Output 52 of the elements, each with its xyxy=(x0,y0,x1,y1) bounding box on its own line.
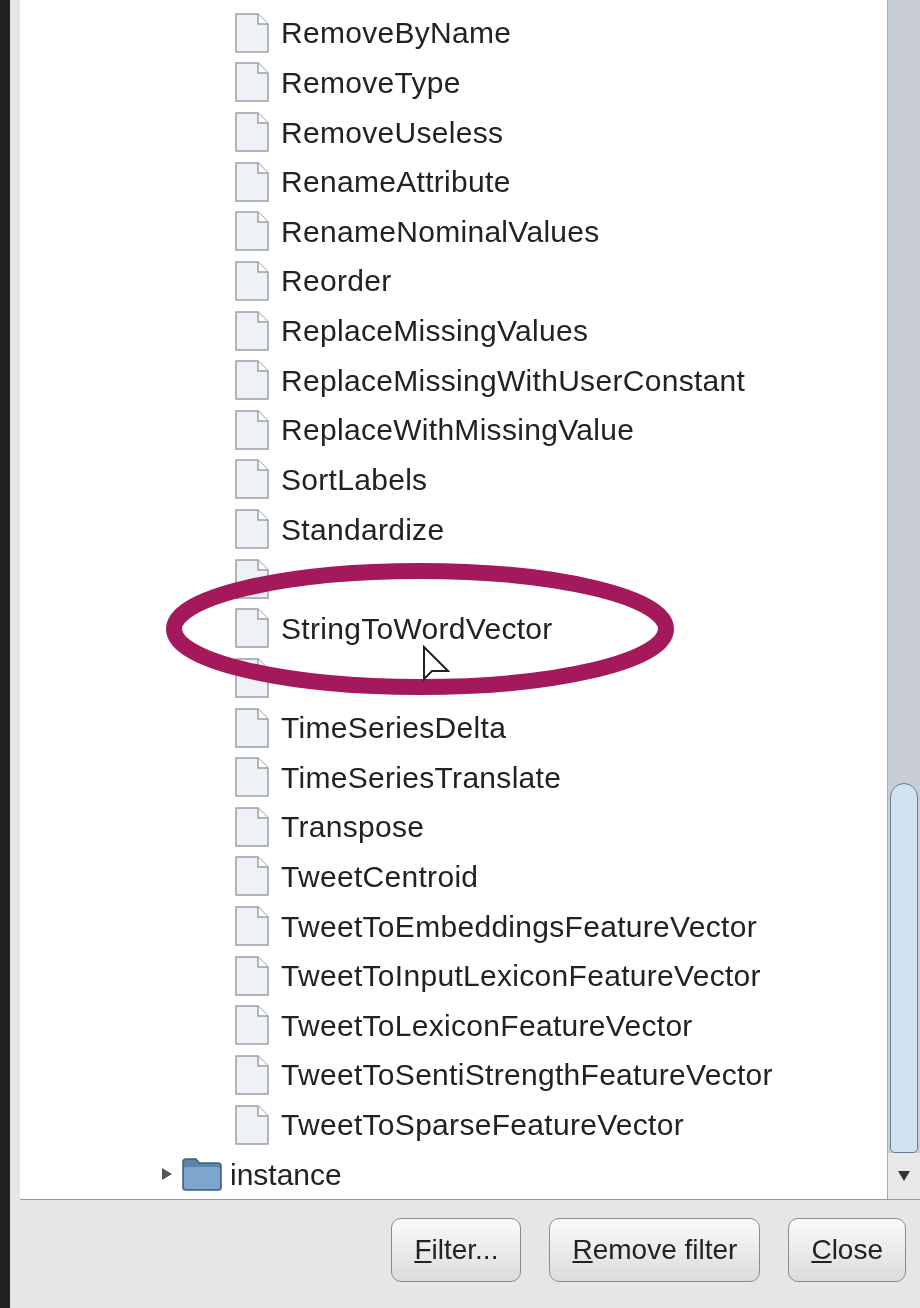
expand-icon[interactable] xyxy=(160,1167,174,1182)
scroll-down-button[interactable] xyxy=(888,1153,920,1199)
down-arrow-icon xyxy=(898,1171,910,1181)
file-icon xyxy=(235,856,269,897)
tree-item[interactable]: TweetToSparseFeatureVector xyxy=(281,1102,684,1148)
dialog-button[interactable]: Close xyxy=(788,1218,906,1282)
file-icon xyxy=(235,260,269,301)
file-icon xyxy=(235,12,269,53)
file-icon xyxy=(235,161,269,202)
scrollbar-thumb[interactable] xyxy=(890,783,918,1153)
file-icon xyxy=(235,409,269,450)
tree-item[interactable]: TweetToEmbeddingsFeatureVector xyxy=(281,903,757,949)
file-icon xyxy=(235,310,269,351)
tree-item[interactable]: StringToWordVector xyxy=(281,605,553,651)
tree-item[interactable]: TimeSeriesTranslate xyxy=(281,754,562,800)
file-icon xyxy=(235,509,269,550)
tree-item[interactable]: TimeSeriesDelta xyxy=(281,705,507,751)
tree-item[interactable]: RemoveUseless xyxy=(281,109,504,155)
tree-item[interactable]: RemoveType xyxy=(281,59,461,105)
tree-item[interactable]: Transpose xyxy=(281,804,425,850)
tree-item[interactable]: RenameNominalValues xyxy=(281,208,600,254)
tree-item[interactable]: ReplaceWithMissingValue xyxy=(281,407,635,453)
file-icon xyxy=(235,757,269,798)
file-icon xyxy=(235,211,269,252)
dialog-button[interactable]: Filter... xyxy=(391,1218,522,1282)
file-icon xyxy=(235,1054,269,1095)
file-icon xyxy=(235,1104,269,1145)
tree-item[interactable]: Reorder xyxy=(281,258,392,304)
file-icon xyxy=(235,360,269,401)
dialog-button[interactable]: Remove filter xyxy=(549,1218,761,1282)
file-icon xyxy=(235,906,269,947)
tree-item[interactable]: TweetToInputLexiconFeatureVector xyxy=(281,953,761,999)
tree-item[interactable]: RemoveByName xyxy=(281,10,512,56)
tree-item[interactable]: RenameAttribute xyxy=(281,159,511,205)
scrollbar[interactable] xyxy=(887,0,920,1199)
tree-item[interactable]: Standardize xyxy=(281,506,445,552)
tree-item[interactable]: TweetToSentiStrengthFeatureVector xyxy=(281,1052,773,1098)
tree-item[interactable]: ReplaceMissingValues xyxy=(281,308,589,354)
file-icon xyxy=(235,112,269,153)
file-icon xyxy=(235,707,269,748)
tree-folder[interactable]: instance xyxy=(230,1151,342,1197)
file-icon xyxy=(235,806,269,847)
tree-item[interactable]: SortLabels xyxy=(281,456,428,502)
file-icon xyxy=(235,459,269,500)
tree-item[interactable]: TweetToLexiconFeatureVector xyxy=(281,1002,693,1048)
tree-item[interactable]: TweetCentroid xyxy=(281,853,479,899)
file-icon xyxy=(235,955,269,996)
tree-item[interactable]: ReplaceMissingWithUserConstant xyxy=(281,357,746,403)
folder-icon xyxy=(182,1157,222,1192)
file-icon xyxy=(235,608,269,649)
file-icon xyxy=(235,1005,269,1046)
file-icon xyxy=(235,62,269,103)
